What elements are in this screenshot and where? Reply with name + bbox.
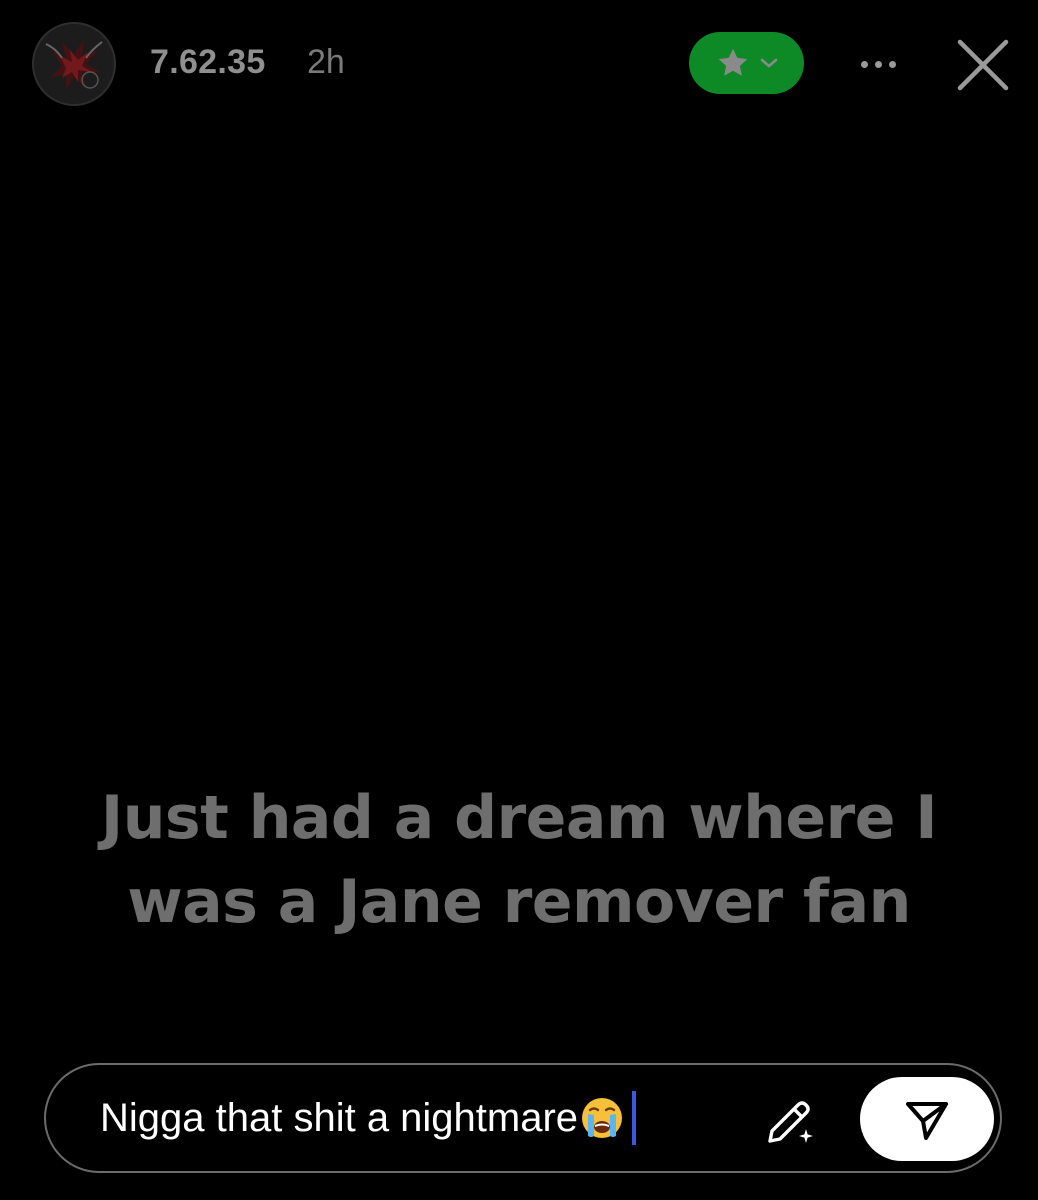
chevron-down-icon (760, 58, 777, 68)
reply-input[interactable]: Nigga that shit a nightmare (100, 1065, 637, 1171)
pencil-sparkle-icon[interactable] (762, 1093, 818, 1149)
story-header: 7.62.35 2h (0, 0, 1038, 130)
more-dot (888, 60, 896, 68)
loudly-crying-face-emoji (582, 1098, 623, 1138)
close-icon[interactable] (952, 34, 1014, 96)
pencil-glyph (768, 1101, 813, 1143)
story-text-line-1: Just had a dream where I (100, 783, 938, 853)
send-icon (906, 1102, 948, 1140)
send-button[interactable] (860, 1077, 994, 1161)
story-timestamp: 2h (307, 43, 345, 81)
reply-input-text: Nigga that shit a nightmare (100, 1095, 579, 1140)
reply-bar: Nigga that shit a nightmare (44, 1063, 1002, 1173)
avatar-image (32, 22, 116, 106)
username[interactable]: 7.62.35 (150, 42, 266, 82)
star-icon (718, 48, 747, 76)
more-dot (860, 60, 868, 68)
story-text-line-2: was a Jane remover fan (127, 867, 911, 937)
story-text: Just had a dream where I was a Jane remo… (40, 776, 998, 944)
close-glyph (957, 39, 1009, 91)
more-dot (874, 60, 882, 68)
close-friends-button[interactable] (689, 32, 804, 94)
text-cursor (632, 1091, 637, 1145)
more-horizontal-icon[interactable] (850, 44, 906, 84)
profile-avatar-icon[interactable] (32, 22, 116, 106)
